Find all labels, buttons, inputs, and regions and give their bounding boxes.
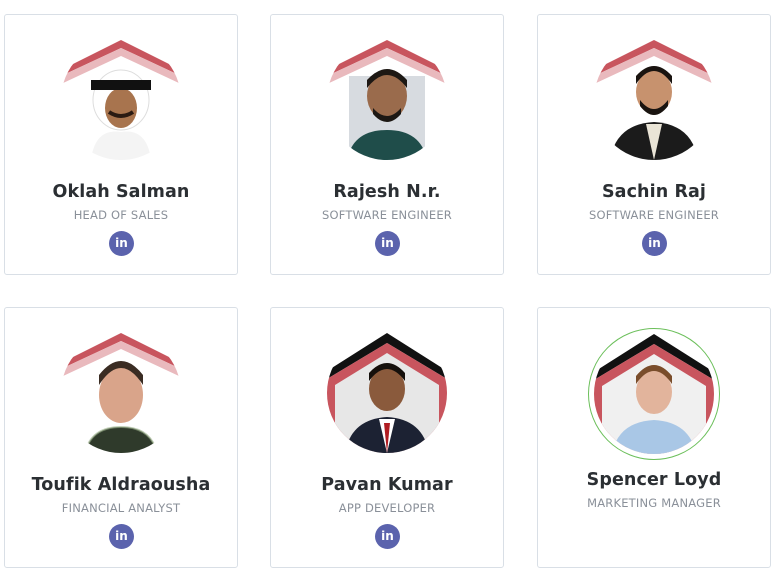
linkedin-icon[interactable]: in bbox=[375, 231, 400, 256]
member-role: MARKETING MANAGER bbox=[587, 496, 721, 510]
avatar bbox=[327, 333, 447, 453]
team-member-card: Toufik Aldraousha FINANCIAL ANALYST in bbox=[4, 307, 238, 568]
member-role: SOFTWARE ENGINEER bbox=[321, 208, 452, 222]
member-role: HEAD OF SALES bbox=[73, 208, 169, 222]
member-name: Toufik Aldraousha bbox=[31, 475, 211, 495]
member-name: Rajesh N.r. bbox=[333, 182, 441, 202]
team-member-card: Rajesh N.r. SOFTWARE ENGINEER in bbox=[270, 14, 504, 275]
member-name: Spencer Loyd bbox=[586, 470, 722, 490]
avatar bbox=[61, 333, 181, 453]
linkedin-icon[interactable]: in bbox=[642, 231, 667, 256]
linkedin-icon[interactable]: in bbox=[109, 231, 134, 256]
team-member-card: Oklah Salman HEAD OF SALES in bbox=[4, 14, 238, 275]
team-member-card: Sachin Raj SOFTWARE ENGINEER in bbox=[537, 14, 771, 275]
team-member-card: Pavan Kumar APP DEVELOPER in bbox=[270, 307, 504, 568]
avatar bbox=[594, 40, 714, 160]
member-name: Pavan Kumar bbox=[321, 475, 453, 495]
avatar bbox=[61, 40, 181, 160]
member-role: FINANCIAL ANALYST bbox=[61, 501, 181, 515]
team-member-card: Spencer Loyd MARKETING MANAGER bbox=[537, 307, 771, 568]
member-role: APP DEVELOPER bbox=[338, 501, 436, 515]
avatar bbox=[588, 328, 720, 460]
avatar-image bbox=[594, 334, 714, 454]
member-role: SOFTWARE ENGINEER bbox=[588, 208, 719, 222]
member-name: Oklah Salman bbox=[52, 182, 190, 202]
linkedin-icon[interactable]: in bbox=[375, 524, 400, 549]
avatar bbox=[327, 40, 447, 160]
member-name: Sachin Raj bbox=[601, 182, 707, 202]
linkedin-icon[interactable]: in bbox=[109, 524, 134, 549]
